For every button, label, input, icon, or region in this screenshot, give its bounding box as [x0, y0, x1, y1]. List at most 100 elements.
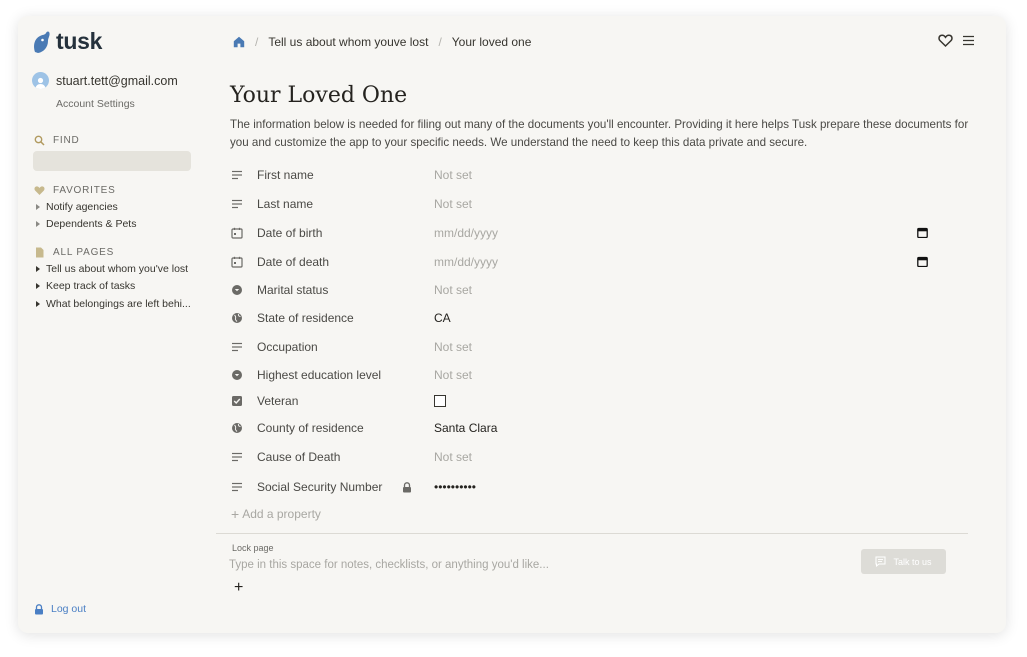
- all-pages-label: ALL PAGES: [53, 247, 115, 258]
- account-email: stuart.tett@gmail.com: [56, 73, 178, 88]
- add-block-button[interactable]: +: [234, 579, 243, 597]
- breadcrumb-separator: /: [438, 35, 442, 49]
- property-value[interactable]: Not set: [434, 450, 472, 464]
- plus-icon: +: [231, 506, 240, 522]
- home-button[interactable]: [233, 36, 245, 48]
- select-icon: [230, 283, 244, 297]
- property-state-of-residence[interactable]: State of residence CA: [230, 306, 950, 330]
- property-label: Social Security Number: [257, 480, 383, 494]
- notes-input[interactable]: [229, 559, 829, 571]
- heart-outline-icon: [938, 34, 953, 48]
- globe-icon: [230, 311, 244, 325]
- breadcrumb-item[interactable]: Tell us about whom youve lost: [268, 35, 428, 49]
- text-lines-icon: [230, 450, 244, 464]
- property-label: Last name: [257, 197, 314, 211]
- text-lines-icon: [230, 340, 244, 354]
- search-input[interactable]: [33, 151, 191, 171]
- property-label: County of residence: [257, 421, 364, 435]
- account-settings-link[interactable]: Account Settings: [56, 98, 135, 110]
- page-item-label: Tell us about whom you've lost: [46, 262, 189, 275]
- favorite-item-label: Notify agencies: [46, 200, 118, 213]
- property-date-of-death[interactable]: Date of death mm/dd/yyyy: [230, 250, 950, 274]
- logout-button[interactable]: Log out: [34, 603, 86, 615]
- page-title: Your Loved One: [230, 83, 408, 108]
- menu-button[interactable]: [961, 33, 976, 48]
- app-window: tusk stuart.tett@gmail.com Account Setti…: [18, 16, 1006, 633]
- property-first-name[interactable]: First name Not set: [230, 163, 950, 187]
- add-property-button[interactable]: + Add a property: [231, 507, 321, 521]
- find-section-header: FIND: [34, 135, 80, 146]
- breadcrumb: / Tell us about whom youve lost / Your l…: [233, 32, 1006, 52]
- top-actions: [938, 33, 976, 48]
- property-label: State of residence: [257, 311, 354, 325]
- search-icon: [34, 135, 45, 146]
- page-item[interactable]: Tell us about whom you've lost: [36, 260, 191, 278]
- page-item[interactable]: What belongings are left behi...: [36, 295, 191, 313]
- sidebar: tusk stuart.tett@gmail.com Account Setti…: [18, 16, 208, 633]
- page-item[interactable]: Keep track of tasks: [36, 278, 191, 296]
- veteran-checkbox[interactable]: [434, 395, 446, 407]
- ssn-masked-value[interactable]: ••••••••••: [434, 480, 476, 494]
- property-date-of-birth[interactable]: Date of birth mm/dd/yyyy: [230, 221, 950, 245]
- date-input[interactable]: mm/dd/yyyy: [434, 226, 498, 240]
- breadcrumb-item[interactable]: Your loved one: [452, 35, 532, 49]
- property-label: Cause of Death: [257, 450, 341, 464]
- chevron-right-icon: [36, 300, 40, 307]
- date-input[interactable]: mm/dd/yyyy: [434, 255, 498, 269]
- pages-list: Tell us about whom you've lost Keep trac…: [36, 260, 191, 313]
- user-icon: [35, 77, 46, 89]
- avatar: [32, 72, 49, 89]
- hamburger-menu-icon: [963, 35, 974, 46]
- text-lines-icon: [230, 197, 244, 211]
- property-occupation[interactable]: Occupation Not set: [230, 335, 950, 359]
- favorite-button[interactable]: [938, 33, 953, 48]
- property-social-security-number[interactable]: Social Security Number ••••••••••: [230, 475, 950, 499]
- account-menu[interactable]: stuart.tett@gmail.com: [32, 72, 178, 89]
- property-value[interactable]: Not set: [434, 197, 472, 211]
- calendar-picker-icon[interactable]: [917, 227, 928, 238]
- property-cause-of-death[interactable]: Cause of Death Not set: [230, 445, 950, 469]
- favorites-section-header: FAVORITES: [34, 185, 116, 196]
- property-label: Date of birth: [257, 226, 323, 240]
- brand-logo[interactable]: tusk: [32, 28, 102, 55]
- home-icon: [233, 36, 245, 48]
- property-label: Occupation: [257, 340, 318, 354]
- chevron-right-icon: [36, 283, 40, 290]
- breadcrumb-separator: /: [255, 35, 259, 49]
- favorites-label: FAVORITES: [53, 185, 116, 196]
- checkbox-icon: [230, 394, 244, 408]
- favorite-item[interactable]: Notify agencies: [36, 198, 136, 216]
- calendar-icon: [230, 226, 244, 240]
- property-veteran[interactable]: Veteran: [230, 389, 950, 413]
- chevron-right-icon: [36, 221, 40, 228]
- chevron-right-icon: [36, 265, 40, 272]
- property-label: Marital status: [257, 283, 329, 297]
- property-highest-education-level[interactable]: Highest education level Not set: [230, 363, 950, 387]
- property-label: First name: [257, 168, 314, 182]
- property-value[interactable]: Not set: [434, 368, 472, 382]
- talk-to-us-label: Talk to us: [893, 556, 932, 567]
- property-value[interactable]: Not set: [434, 283, 472, 297]
- property-value[interactable]: Santa Clara: [434, 421, 497, 435]
- heart-icon: [34, 186, 45, 195]
- property-county-of-residence[interactable]: County of residence Santa Clara: [230, 416, 950, 440]
- calendar-picker-icon[interactable]: [917, 256, 928, 267]
- globe-icon: [230, 421, 244, 435]
- find-label: FIND: [53, 135, 80, 146]
- favorite-item[interactable]: Dependents & Pets: [36, 216, 136, 234]
- property-marital-status[interactable]: Marital status Not set: [230, 278, 950, 302]
- lock-page-toggle[interactable]: Lock page: [232, 543, 274, 553]
- property-label: Date of death: [257, 255, 330, 269]
- talk-to-us-button[interactable]: Talk to us: [861, 549, 946, 574]
- text-lines-icon: [230, 480, 244, 494]
- property-label: Highest education level: [257, 368, 382, 382]
- property-value[interactable]: Not set: [434, 340, 472, 354]
- logout-label: Log out: [51, 603, 87, 615]
- favorites-list: Notify agencies Dependents & Pets: [36, 198, 136, 233]
- tusk-logo-icon: [34, 31, 50, 53]
- property-value[interactable]: CA: [434, 311, 451, 325]
- property-value[interactable]: Not set: [434, 168, 472, 182]
- all-pages-section-header: ALL PAGES: [34, 247, 114, 258]
- chevron-right-icon: [36, 203, 40, 210]
- property-last-name[interactable]: Last name Not set: [230, 192, 950, 216]
